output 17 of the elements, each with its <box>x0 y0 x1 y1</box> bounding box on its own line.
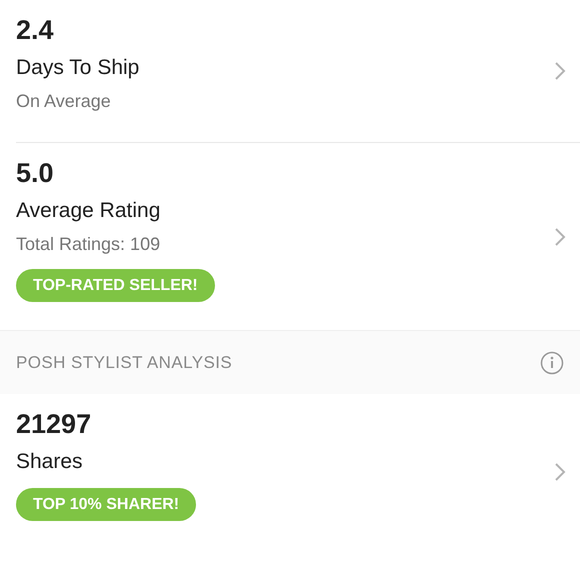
stat-value: 5.0 <box>16 157 55 190</box>
stat-badge: TOP 10% SHARER! <box>16 488 196 521</box>
stat-value: 2.4 <box>16 14 55 47</box>
stat-row[interactable]: 5.0 Average Rating Total Ratings: 109 TOP-RATED SELLER! <box>16 143 580 330</box>
section-title: POSH STYLIST ANALYSIS <box>16 352 232 374</box>
chevron-right-icon <box>554 226 566 246</box>
stat-title: Days To Ship <box>16 55 140 81</box>
chevron-right-icon <box>554 61 566 81</box>
stat-subtitle: On Average <box>16 90 112 113</box>
chevron-right-icon <box>554 462 566 482</box>
stat-value: 21297 <box>16 408 92 441</box>
stat-subtitle: Total Ratings: 109 <box>16 233 162 256</box>
stat-badge: TOP-RATED SELLER! <box>16 269 215 302</box>
stat-row[interactable]: 21297 Shares TOP 10% SHARER! <box>16 394 580 549</box>
stat-title: Shares <box>16 449 84 475</box>
stat-title: Average Rating <box>16 198 162 224</box>
info-icon[interactable] <box>540 350 564 374</box>
